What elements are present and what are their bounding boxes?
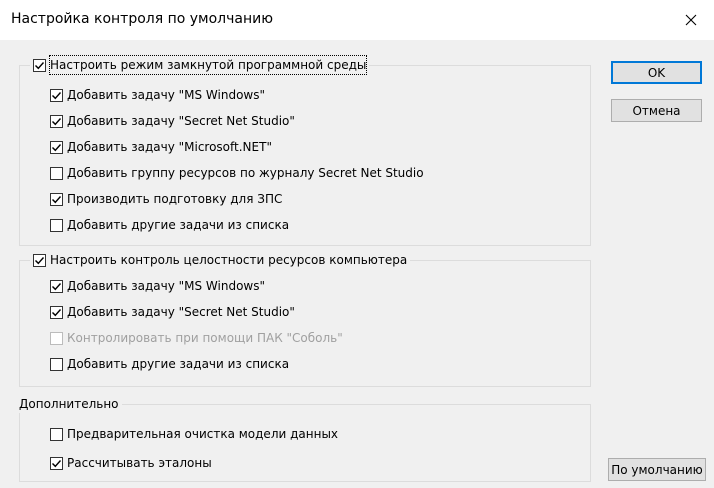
checkbox[interactable] bbox=[50, 218, 63, 232]
checkmark-icon bbox=[35, 256, 45, 264]
checkbox[interactable] bbox=[50, 427, 63, 441]
group-additional: Дополнительно Предварительная очистка мо… bbox=[16, 395, 591, 482]
checkbox-label: Добавить задачу "Microsoft.NET" bbox=[67, 140, 272, 154]
integrity-control-checkbox[interactable] bbox=[33, 253, 46, 267]
checkmark-icon bbox=[52, 117, 62, 125]
extra-item-calc-etalons[interactable]: Рассчитывать эталоны bbox=[50, 454, 212, 472]
extra-item-clear-model[interactable]: Предварительная очистка модели данных bbox=[50, 425, 338, 443]
group-integrity-control: Настроить контроль целостности ресурсов … bbox=[19, 251, 591, 387]
checkmark-icon bbox=[52, 143, 62, 151]
checkbox-label: Добавить задачу "Secret Net Studio" bbox=[67, 114, 295, 128]
group-closed-environment: Настроить режим замкнутой программной ср… bbox=[19, 55, 591, 246]
checkmark-icon bbox=[52, 308, 62, 316]
checkbox-label: Добавить задачу "MS Windows" bbox=[67, 279, 265, 293]
checkbox-label: Добавить другие задачи из списка bbox=[67, 218, 290, 232]
checkbox[interactable] bbox=[50, 192, 63, 206]
integrity-item-ms-windows[interactable]: Добавить задачу "MS Windows" bbox=[50, 277, 265, 295]
env-item-journal-group[interactable]: Добавить группу ресурсов по журналу Secr… bbox=[50, 164, 424, 182]
title-bar: Настройка контроля по умолчанию bbox=[0, 0, 714, 40]
checkbox-label: Добавить группу ресурсов по журналу Secr… bbox=[67, 166, 424, 180]
checkbox[interactable] bbox=[50, 140, 63, 154]
checkbox[interactable] bbox=[50, 166, 63, 180]
checkbox[interactable] bbox=[50, 456, 63, 470]
env-item-ms-windows[interactable]: Добавить задачу "MS Windows" bbox=[50, 86, 265, 104]
checkbox-label: Производить подготовку для ЗПС bbox=[67, 192, 283, 206]
close-button[interactable] bbox=[668, 0, 714, 40]
group-integrity-control-header: Настроить контроль целостности ресурсов … bbox=[30, 251, 411, 269]
settings-dialog: Настройка контроля по умолчанию Настроит… bbox=[0, 0, 714, 488]
group-closed-environment-header: Настроить режим замкнутой программной ср… bbox=[30, 55, 370, 75]
checkbox[interactable] bbox=[50, 114, 63, 128]
checkmark-icon bbox=[52, 195, 62, 203]
env-item-secret-net-studio[interactable]: Добавить задачу "Secret Net Studio" bbox=[50, 112, 295, 130]
checkbox-label: Рассчитывать эталоны bbox=[67, 456, 212, 470]
dialog-title: Настройка контроля по умолчанию bbox=[11, 11, 274, 27]
checkbox-label: Предварительная очистка модели данных bbox=[67, 427, 339, 441]
integrity-item-other-tasks[interactable]: Добавить другие задачи из списка bbox=[50, 355, 289, 373]
ok-button[interactable]: OK bbox=[611, 61, 702, 84]
checkbox-label: Добавить задачу "MS Windows" bbox=[67, 88, 265, 102]
checkbox[interactable] bbox=[50, 88, 63, 102]
additional-label: Дополнительно bbox=[19, 397, 119, 411]
close-icon bbox=[685, 14, 697, 26]
cancel-button[interactable]: Отмена bbox=[611, 99, 702, 122]
checkbox[interactable] bbox=[50, 357, 63, 371]
checkbox-label: Добавить задачу "Secret Net Studio" bbox=[67, 305, 295, 319]
checkmark-icon bbox=[52, 91, 62, 99]
env-item-prepare-zps[interactable]: Производить подготовку для ЗПС bbox=[50, 190, 282, 208]
env-item-microsoft-net[interactable]: Добавить задачу "Microsoft.NET" bbox=[50, 138, 272, 156]
checkbox-label: Добавить другие задачи из списка bbox=[67, 357, 290, 371]
integrity-control-label[interactable]: Настроить контроль целостности ресурсов … bbox=[50, 251, 407, 269]
closed-environment-checkbox[interactable] bbox=[33, 58, 46, 72]
closed-environment-label[interactable]: Настроить режим замкнутой программной ср… bbox=[48, 55, 368, 75]
checkbox[interactable] bbox=[50, 279, 63, 293]
checkbox-disabled bbox=[50, 331, 63, 345]
checkmark-icon bbox=[52, 459, 62, 467]
defaults-button[interactable]: По умолчанию bbox=[608, 458, 706, 481]
env-item-other-tasks[interactable]: Добавить другие задачи из списка bbox=[50, 216, 289, 234]
checkmark-icon bbox=[52, 282, 62, 290]
checkbox-label: Контролировать при помощи ПАК "Соболь" bbox=[67, 331, 343, 345]
group-additional-header: Дополнительно bbox=[16, 395, 122, 413]
checkmark-icon bbox=[35, 61, 45, 69]
integrity-item-sobol: Контролировать при помощи ПАК "Соболь" bbox=[50, 329, 343, 347]
integrity-item-secret-net-studio[interactable]: Добавить задачу "Secret Net Studio" bbox=[50, 303, 295, 321]
checkbox[interactable] bbox=[50, 305, 63, 319]
